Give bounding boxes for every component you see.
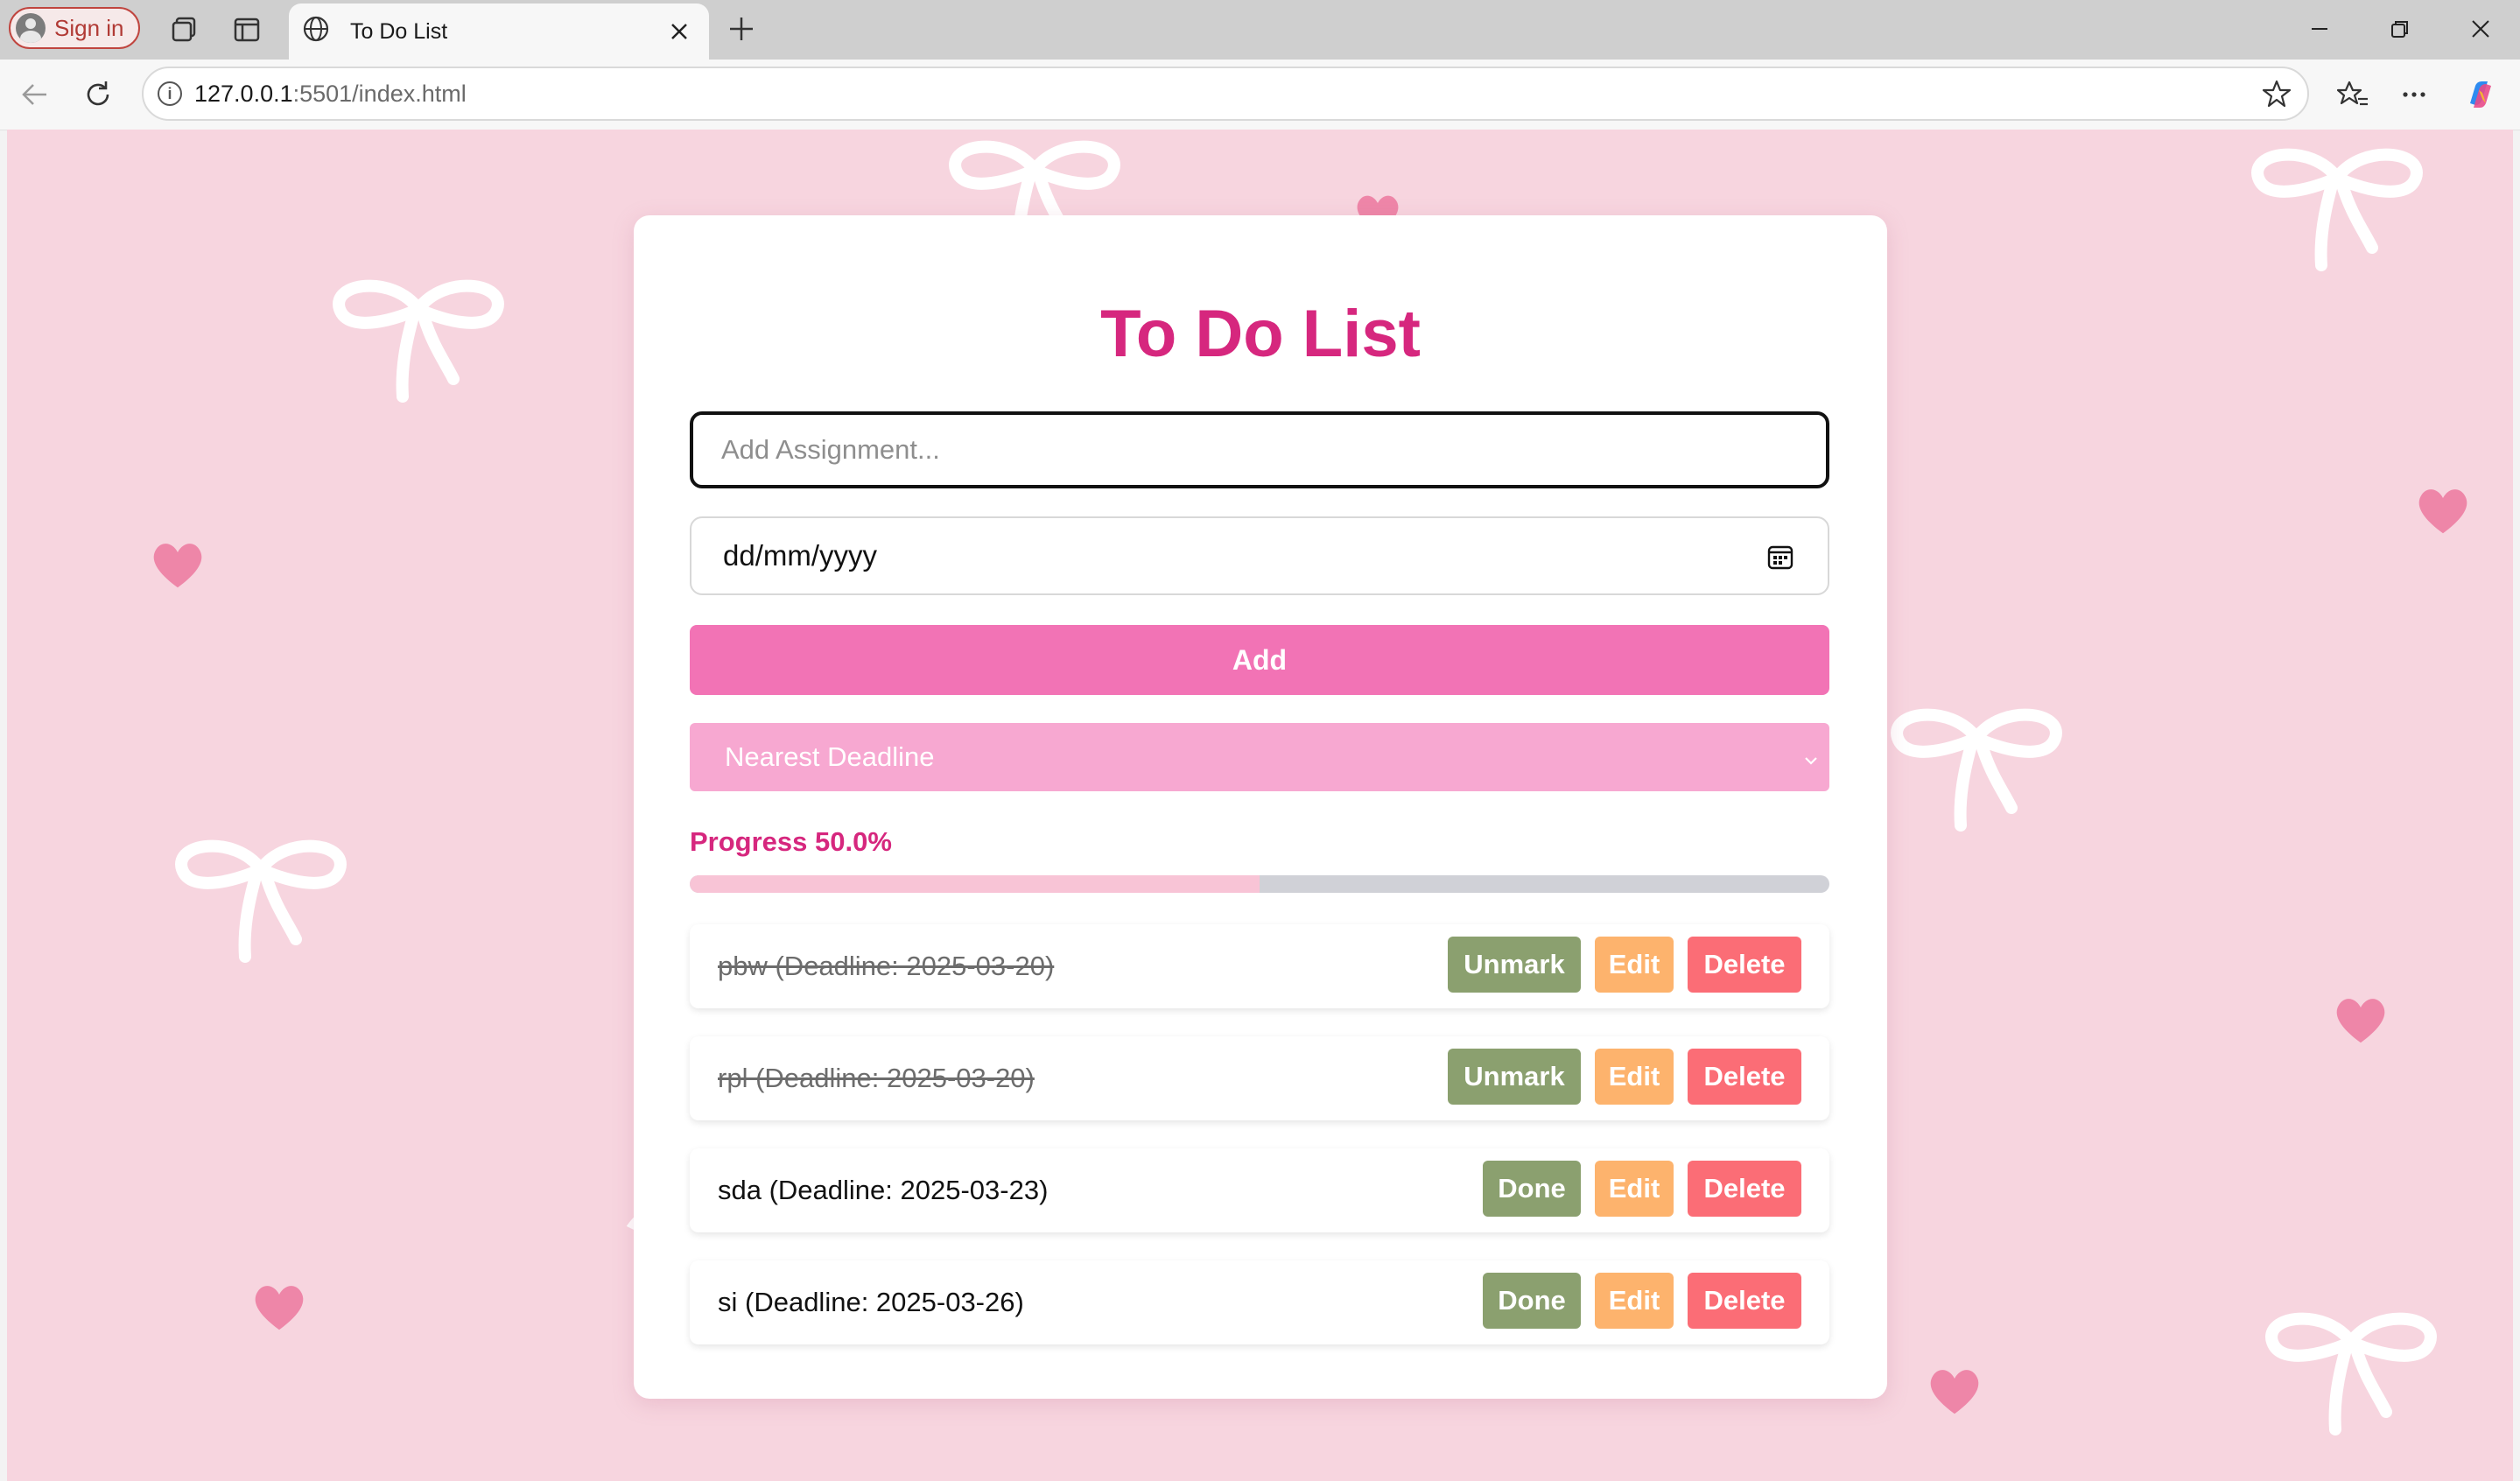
sort-select[interactable]: Nearest Deadline bbox=[690, 723, 1829, 791]
date-placeholder: dd/mm/yyyy bbox=[723, 539, 878, 572]
heart-decoration-icon bbox=[2418, 489, 2467, 534]
globe-icon bbox=[301, 14, 331, 50]
page-viewport: To Do List dd/mm/yyyy Add Nearest Deadli… bbox=[7, 130, 2513, 1481]
heart-decoration-icon bbox=[2336, 999, 2385, 1043]
edit-button[interactable]: Edit bbox=[1595, 937, 1674, 993]
url-host: 127.0.0.1 bbox=[194, 80, 293, 107]
task-text: pbw (Deadline: 2025-03-20) bbox=[718, 951, 1055, 981]
edit-button[interactable]: Edit bbox=[1595, 1273, 1674, 1329]
bow-decoration-icon bbox=[175, 839, 347, 963]
delete-button[interactable]: Delete bbox=[1688, 1273, 1801, 1329]
star-icon[interactable] bbox=[2262, 79, 2292, 115]
deadline-date-field[interactable]: dd/mm/yyyy bbox=[690, 516, 1829, 595]
tab-title: To Do List bbox=[350, 18, 448, 44]
page-title: To Do List bbox=[1100, 297, 1421, 371]
address-bar-row: i 127.0.0.1:5501/index.html bbox=[0, 60, 2520, 130]
delete-button[interactable]: Delete bbox=[1688, 1161, 1801, 1217]
arrow-left-icon[interactable] bbox=[16, 75, 54, 114]
assignment-input[interactable] bbox=[690, 411, 1829, 488]
plus-icon[interactable] bbox=[723, 11, 760, 47]
task-row: si (Deadline: 2025-03-26) Done Edit Dele… bbox=[690, 1260, 1829, 1344]
edit-button[interactable]: Edit bbox=[1595, 1161, 1674, 1217]
bow-decoration-icon bbox=[2265, 1312, 2437, 1435]
task-text: sda (Deadline: 2025-03-23) bbox=[718, 1175, 1049, 1205]
bow-decoration-icon bbox=[2251, 148, 2423, 271]
add-button[interactable]: Add bbox=[690, 625, 1829, 695]
person-avatar-icon bbox=[16, 13, 46, 43]
url-field[interactable]: i 127.0.0.1:5501/index.html bbox=[142, 67, 2309, 121]
sign-in-label: Sign in bbox=[54, 14, 124, 41]
heart-decoration-icon bbox=[255, 1286, 304, 1330]
chevron-down-icon bbox=[1801, 746, 1821, 777]
progress-bar bbox=[690, 875, 1829, 893]
sign-in-button[interactable]: Sign in bbox=[9, 7, 140, 49]
task-row: sda (Deadline: 2025-03-23) Done Edit Del… bbox=[690, 1148, 1829, 1232]
tab-to-do-list[interactable]: To Do List bbox=[289, 4, 709, 60]
bow-decoration-icon bbox=[333, 279, 504, 403]
done-button[interactable]: Done bbox=[1483, 1273, 1581, 1329]
info-icon[interactable]: i bbox=[158, 81, 182, 106]
calendar-icon[interactable] bbox=[1766, 543, 1794, 578]
favorites-icon[interactable] bbox=[2334, 75, 2372, 114]
heart-decoration-icon bbox=[1930, 1370, 1979, 1414]
progress-fill bbox=[690, 875, 1260, 893]
browser-tab-strip: Sign in To Do List bbox=[0, 0, 2520, 60]
todo-card: To Do List dd/mm/yyyy Add Nearest Deadli… bbox=[634, 215, 1887, 1399]
bow-decoration-icon bbox=[1891, 708, 2062, 832]
edit-button[interactable]: Edit bbox=[1595, 1049, 1674, 1105]
url-path: :5501/index.html bbox=[292, 80, 467, 107]
window-close-icon[interactable] bbox=[2454, 9, 2507, 49]
vertical-tabs-icon[interactable] bbox=[229, 12, 264, 47]
reload-icon[interactable] bbox=[79, 75, 117, 114]
done-button[interactable]: Done bbox=[1483, 1161, 1581, 1217]
progress-label: Progress 50.0% bbox=[690, 826, 892, 857]
task-row: pbw (Deadline: 2025-03-20) Unmark Edit D… bbox=[690, 924, 1829, 1008]
heart-decoration-icon bbox=[153, 544, 202, 588]
ellipsis-icon[interactable] bbox=[2395, 75, 2433, 114]
task-text: si (Deadline: 2025-03-26) bbox=[718, 1287, 1024, 1317]
delete-button[interactable]: Delete bbox=[1688, 1049, 1801, 1105]
workspaces-icon[interactable] bbox=[166, 12, 201, 47]
restore-icon[interactable] bbox=[2374, 9, 2426, 49]
close-icon[interactable] bbox=[662, 14, 697, 49]
unmark-button[interactable]: Unmark bbox=[1448, 1049, 1581, 1105]
unmark-button[interactable]: Unmark bbox=[1448, 937, 1581, 993]
copilot-icon[interactable] bbox=[2461, 75, 2500, 114]
minimize-icon[interactable] bbox=[2293, 9, 2346, 49]
task-row: rpl (Deadline: 2025-03-20) Unmark Edit D… bbox=[690, 1036, 1829, 1120]
task-text: rpl (Deadline: 2025-03-20) bbox=[718, 1063, 1035, 1093]
sort-selected-value: Nearest Deadline bbox=[725, 741, 935, 772]
delete-button[interactable]: Delete bbox=[1688, 937, 1801, 993]
